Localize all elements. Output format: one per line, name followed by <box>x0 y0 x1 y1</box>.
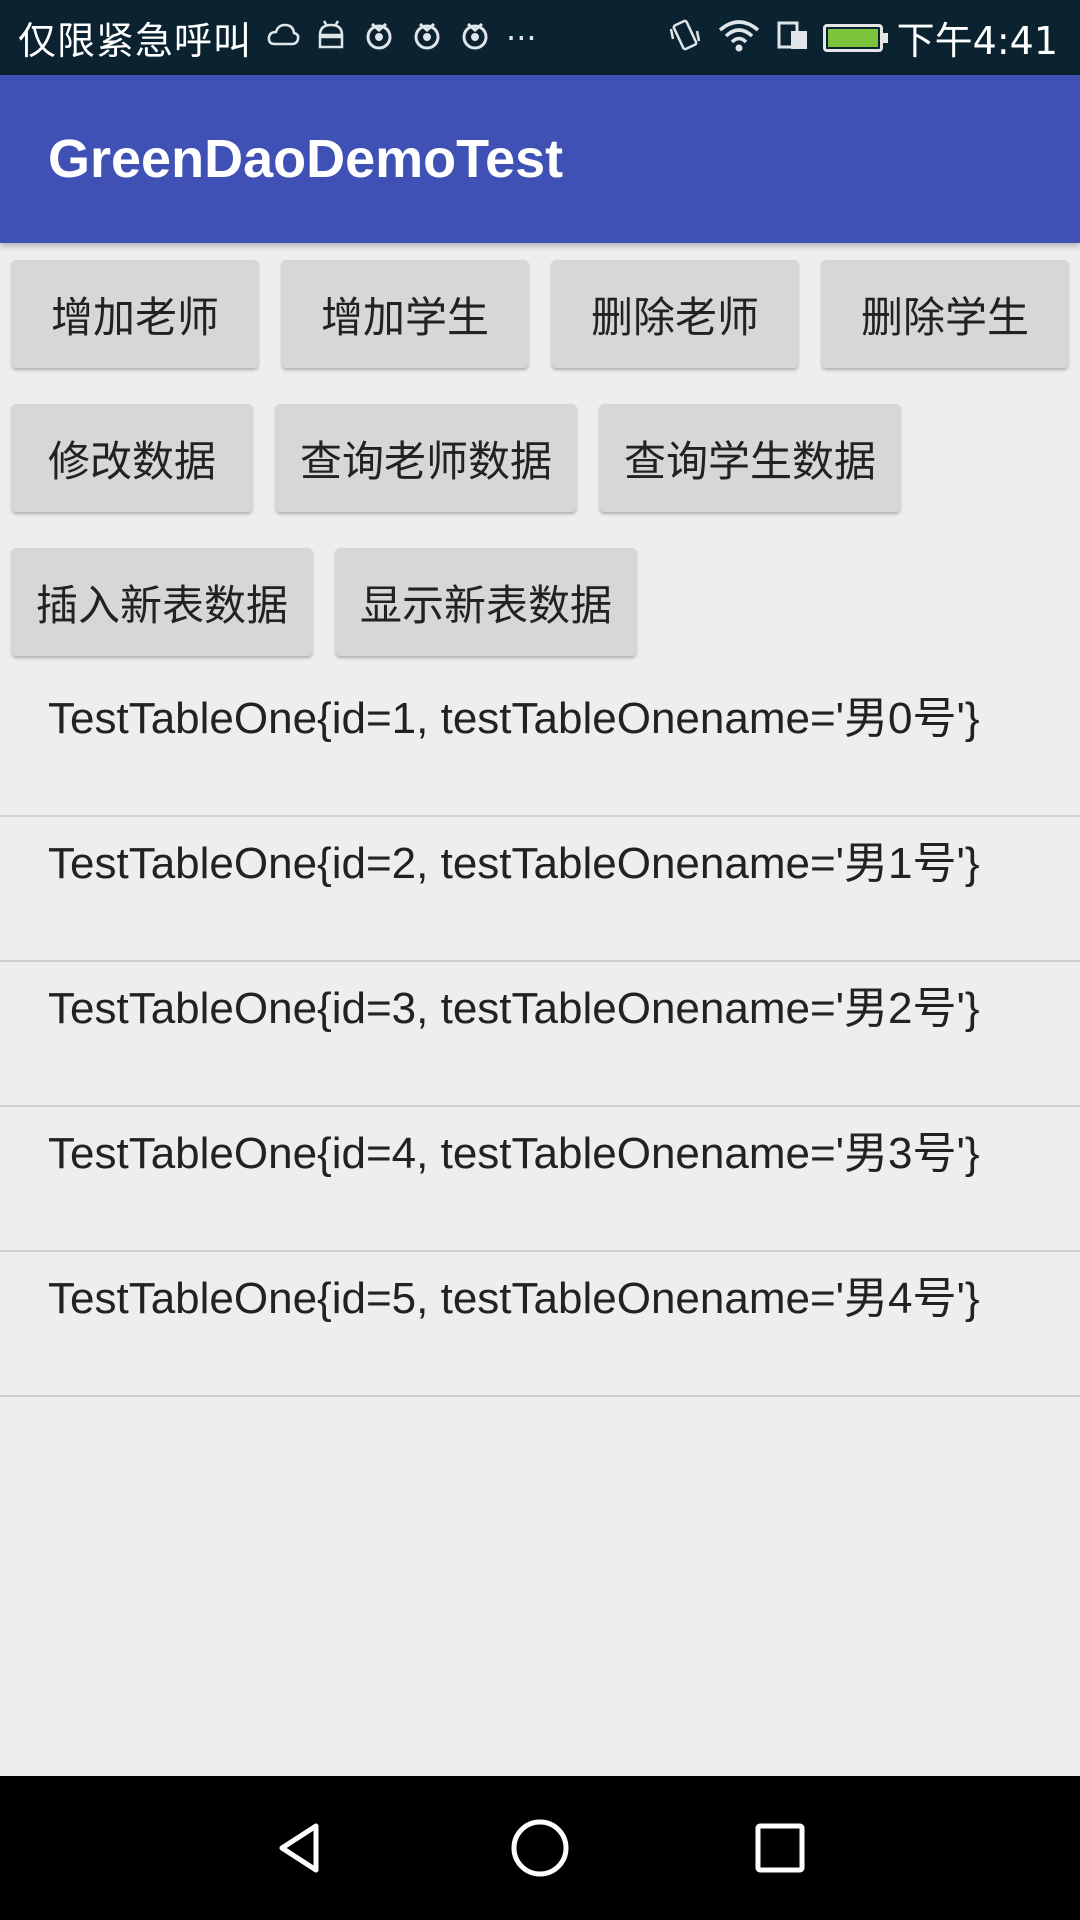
query-student-data-button[interactable]: 查询学生数据 <box>600 404 900 512</box>
add-student-button[interactable]: 增加学生 <box>282 260 528 368</box>
home-icon[interactable] <box>500 1808 580 1888</box>
status-bar: 仅限紧急呼叫 ··· 下午4:41 <box>0 0 1080 75</box>
vibrate-icon <box>667 17 703 58</box>
add-teacher-button[interactable]: 增加老师 <box>12 260 258 368</box>
back-icon[interactable] <box>260 1808 340 1888</box>
carrier-text: 仅限紧急呼叫 <box>18 19 253 63</box>
sim-icon <box>775 17 811 58</box>
wifi-icon <box>717 17 761 58</box>
navigation-bar <box>0 1776 1080 1920</box>
modify-data-button[interactable]: 修改数据 <box>12 404 252 512</box>
list-item[interactable]: TestTableOne{id=5, testTableOnename='男4号… <box>0 1252 1080 1397</box>
clock: 下午4:41 <box>896 19 1058 63</box>
list-item[interactable]: TestTableOne{id=2, testTableOnename='男1号… <box>0 817 1080 962</box>
list-item[interactable]: TestTableOne{id=4, testTableOnename='男3号… <box>0 1107 1080 1252</box>
delete-student-button[interactable]: 删除学生 <box>822 260 1068 368</box>
list-item[interactable]: TestTableOne{id=3, testTableOnename='男2号… <box>0 962 1080 1107</box>
recents-icon[interactable] <box>740 1808 820 1888</box>
query-teacher-data-button[interactable]: 查询老师数据 <box>276 404 576 512</box>
app-notification-icon <box>362 18 396 57</box>
list-item[interactable]: TestTableOne{id=1, testTableOnename='男0号… <box>0 672 1080 817</box>
app-notification-icon <box>410 18 444 57</box>
android-icon <box>314 18 348 57</box>
delete-teacher-button[interactable]: 删除老师 <box>552 260 798 368</box>
more-dots-icon: ··· <box>506 18 537 57</box>
insert-new-table-data-button[interactable]: 插入新表数据 <box>12 548 312 656</box>
show-new-table-data-button[interactable]: 显示新表数据 <box>336 548 636 656</box>
app-notification-icon <box>458 18 492 57</box>
weather-cloud-icon <box>266 20 300 55</box>
result-list: TestTableOne{id=1, testTableOnename='男0号… <box>0 672 1080 1397</box>
status-right: 下午4:41 <box>653 0 1058 75</box>
app-bar: GreenDaoDemoTest <box>0 75 1080 243</box>
status-left: 仅限紧急呼叫 ··· <box>18 0 537 75</box>
app-title: GreenDaoDemoTest <box>48 129 564 189</box>
battery-charging-icon <box>822 23 888 52</box>
